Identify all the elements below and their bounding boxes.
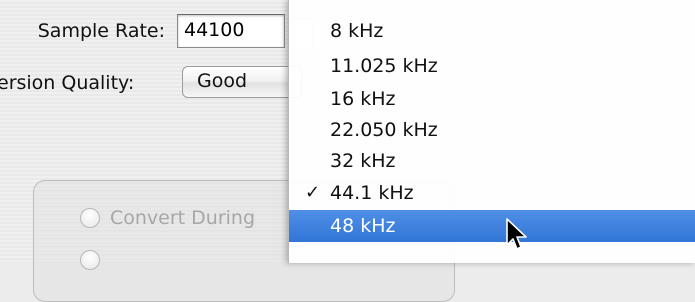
menu-item-label: 22.050 kHz — [330, 119, 438, 141]
convert-during-radio[interactable]: Convert During — [80, 207, 255, 229]
menu-item-label: 48 kHz — [330, 215, 396, 237]
second-option-radio[interactable] — [80, 250, 110, 270]
convert-during-label: Convert During — [110, 207, 256, 229]
sample-rate-label: Sample Rate: — [37, 20, 165, 42]
menu-item-label: 16 kHz — [330, 88, 396, 110]
conversion-quality-popup[interactable]: Good — [182, 66, 302, 98]
sample-rate-menu: 8 kHz 11.025 kHz 16 kHz 22.050 kHz 32 kH… — [288, 0, 695, 263]
conversion-quality-label: ersion Quality: — [0, 72, 135, 94]
menu-item-22-050khz[interactable]: 22.050 kHz — [289, 115, 695, 145]
menu-item-11-025khz[interactable]: 11.025 kHz — [289, 51, 695, 81]
sample-rate-field[interactable]: 44100 — [177, 14, 285, 48]
menu-item-label: 11.025 kHz — [330, 55, 438, 77]
menu-item-label: 8 kHz — [330, 20, 384, 42]
arrow-cursor-icon — [506, 218, 527, 250]
menu-item-16khz[interactable]: 16 kHz — [289, 84, 695, 114]
menu-item-44-1khz[interactable]: ✓ 44.1 kHz — [289, 178, 695, 208]
radio-icon[interactable] — [80, 208, 100, 228]
radio-icon[interactable] — [80, 250, 100, 270]
menu-item-48khz[interactable]: 48 kHz — [289, 210, 695, 242]
menu-item-8khz[interactable]: 8 kHz — [289, 16, 695, 46]
menu-item-label: 44.1 kHz — [330, 182, 414, 204]
menu-item-32khz[interactable]: 32 kHz — [289, 146, 695, 176]
checkmark-icon: ✓ — [305, 182, 321, 203]
menu-item-label: 32 kHz — [330, 150, 396, 172]
